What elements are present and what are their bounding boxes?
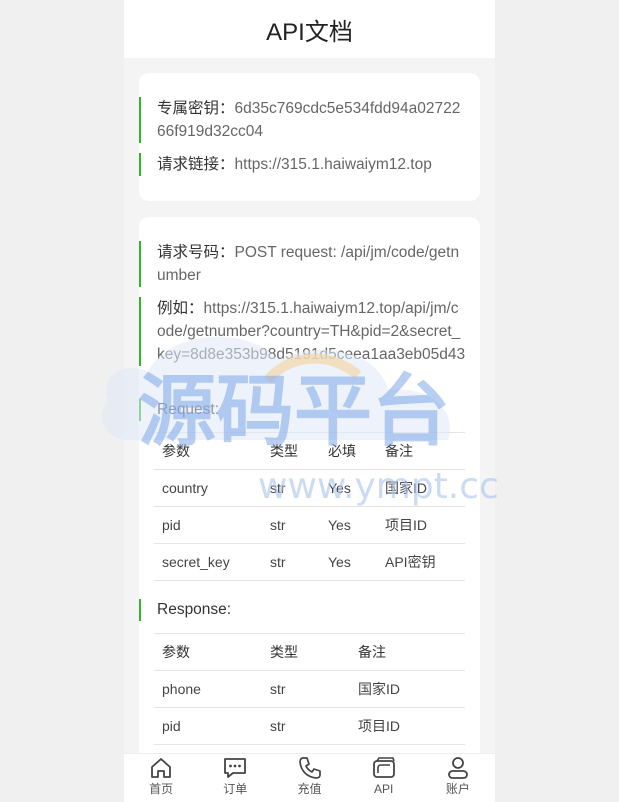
tab-recharge[interactable]: 充值	[272, 754, 346, 802]
table-header-cell: 备注	[350, 633, 465, 671]
table-cell: country	[154, 469, 262, 507]
tab-label: API	[374, 782, 394, 796]
tab-orders[interactable]: 订单	[198, 754, 272, 802]
api-card: 请求号码：POST request: /api/jm/code/getnumbe…	[139, 217, 480, 777]
request-table-header: 参数 类型 必填 备注	[154, 432, 465, 470]
request-number-item: 请求号码：POST request: /api/jm/code/getnumbe…	[139, 241, 480, 287]
page: API文档 专属密钥：6d35c769cdc5e534fdd94a0272266…	[124, 0, 495, 802]
table-header-cell: 必填	[320, 432, 377, 470]
table-row: pid str 项目ID	[154, 707, 465, 745]
request-link-label: 请求链接：	[157, 156, 235, 173]
tab-label: 充值	[297, 782, 322, 796]
table-header-cell: 类型	[262, 432, 320, 470]
table-cell: phone	[154, 670, 262, 708]
table-row: pid str Yes 项目ID	[154, 506, 465, 544]
table-header-cell: 备注	[377, 432, 465, 470]
secret-key-item[interactable]: 专属密钥：6d35c769cdc5e534fdd94a0272266f919d3…	[139, 97, 480, 143]
table-cell: API密钥	[377, 543, 465, 581]
table-cell: Yes	[320, 543, 377, 581]
table-cell: 项目ID	[350, 707, 465, 745]
home-icon	[151, 758, 171, 778]
table-cell: Yes	[320, 506, 377, 544]
table-header-cell: 类型	[262, 633, 350, 671]
table-cell: str	[262, 707, 350, 745]
request-table: 参数 类型 必填 备注 country str Yes 国家ID pid str…	[154, 432, 465, 581]
example-label: 例如：	[157, 300, 204, 317]
table-header-cell: 参数	[154, 432, 262, 470]
table-cell: pid	[154, 506, 262, 544]
phone-icon	[298, 757, 321, 779]
table-cell: str	[262, 670, 350, 708]
table-cell: 国家ID	[377, 469, 465, 507]
table-cell: secret_key	[154, 543, 262, 581]
tab-home[interactable]: 首页	[124, 754, 198, 802]
key-card: 专属密钥：6d35c769cdc5e534fdd94a0272266f919d3…	[139, 73, 480, 201]
table-header-cell: 参数	[154, 633, 262, 671]
table-row: country str Yes 国家ID	[154, 469, 465, 507]
page-header: API文档	[124, 0, 495, 58]
card-icon	[372, 757, 395, 778]
example-item: 例如：https://315.1.haiwaiym12.top/api/jm/c…	[139, 297, 480, 366]
table-cell: 国家ID	[350, 670, 465, 708]
example-value[interactable]: https://315.1.haiwaiym12.top/api/jm/code…	[157, 300, 465, 363]
response-section-title: Response:	[139, 599, 231, 621]
tab-label: 首页	[149, 782, 174, 796]
table-cell: pid	[154, 707, 262, 745]
tab-label: 订单	[223, 782, 248, 796]
table-cell: str	[262, 469, 320, 507]
user-icon	[448, 757, 468, 779]
tab-api[interactable]: API	[347, 754, 421, 802]
secret-key-label: 专属密钥：	[157, 100, 235, 117]
bottom-tab-bar: 首页 订单 充值 API 账户	[124, 753, 495, 802]
page-title: API文档	[266, 18, 353, 46]
table-cell: str	[262, 506, 320, 544]
request-number-label: 请求号码：	[157, 244, 235, 261]
request-section-title: Request:	[139, 399, 219, 421]
request-link-value[interactable]: https://315.1.haiwaiym12.top	[235, 156, 432, 173]
table-cell: str	[262, 543, 320, 581]
response-table: 参数 类型 备注 phone str 国家ID pid str 项目ID	[154, 633, 465, 745]
table-row: phone str 国家ID	[154, 670, 465, 708]
response-table-header: 参数 类型 备注	[154, 633, 465, 671]
tab-account[interactable]: 账户	[421, 754, 495, 802]
table-cell: Yes	[320, 469, 377, 507]
table-row: secret_key str Yes API密钥	[154, 543, 465, 581]
tab-label: 账户	[445, 782, 470, 796]
chat-order-icon	[224, 758, 247, 778]
request-link-item[interactable]: 请求链接：https://315.1.haiwaiym12.top	[139, 153, 480, 176]
table-cell: 项目ID	[377, 506, 465, 544]
